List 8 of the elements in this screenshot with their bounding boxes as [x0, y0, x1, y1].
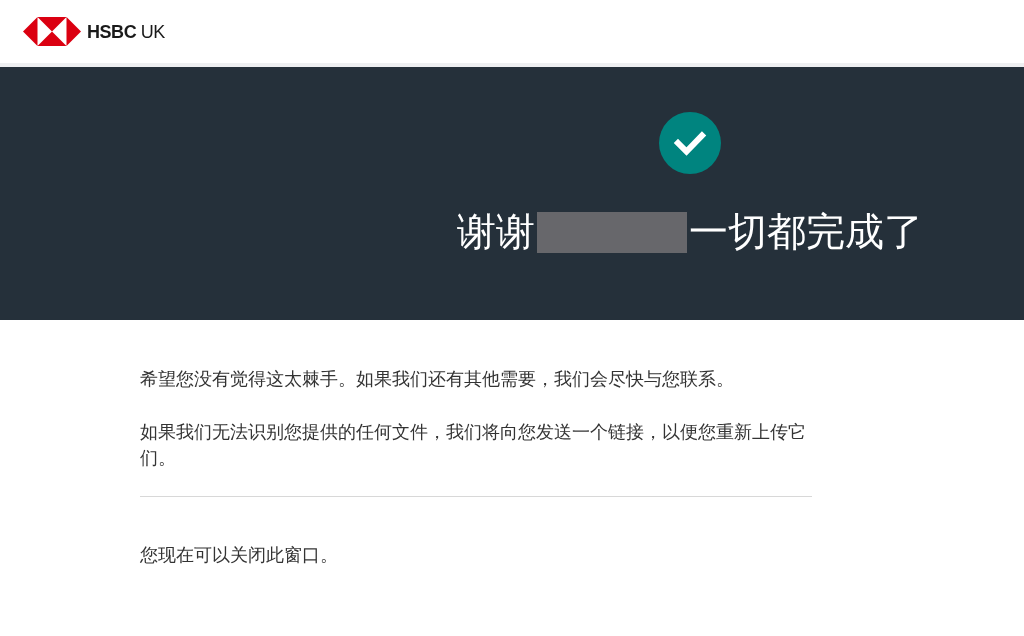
brand-name: HSBC UK [87, 22, 165, 41]
message-paragraph: 如果我们无法识别您提供的任何文件，我们将向您发送一个链接，以便您重新上传它们。 [140, 421, 807, 470]
closing-note: 您现在可以关闭此窗口。 [140, 544, 338, 567]
check-icon [659, 112, 721, 174]
heading-text: 谢谢 [457, 209, 535, 255]
heading-text: 一切都完成了 [689, 209, 923, 255]
hexagon-logo-icon [23, 17, 81, 46]
message-paragraph: 希望您没有觉得这太棘手。如果我们还有其他需要，我们会尽快与您联系。 [140, 368, 735, 391]
